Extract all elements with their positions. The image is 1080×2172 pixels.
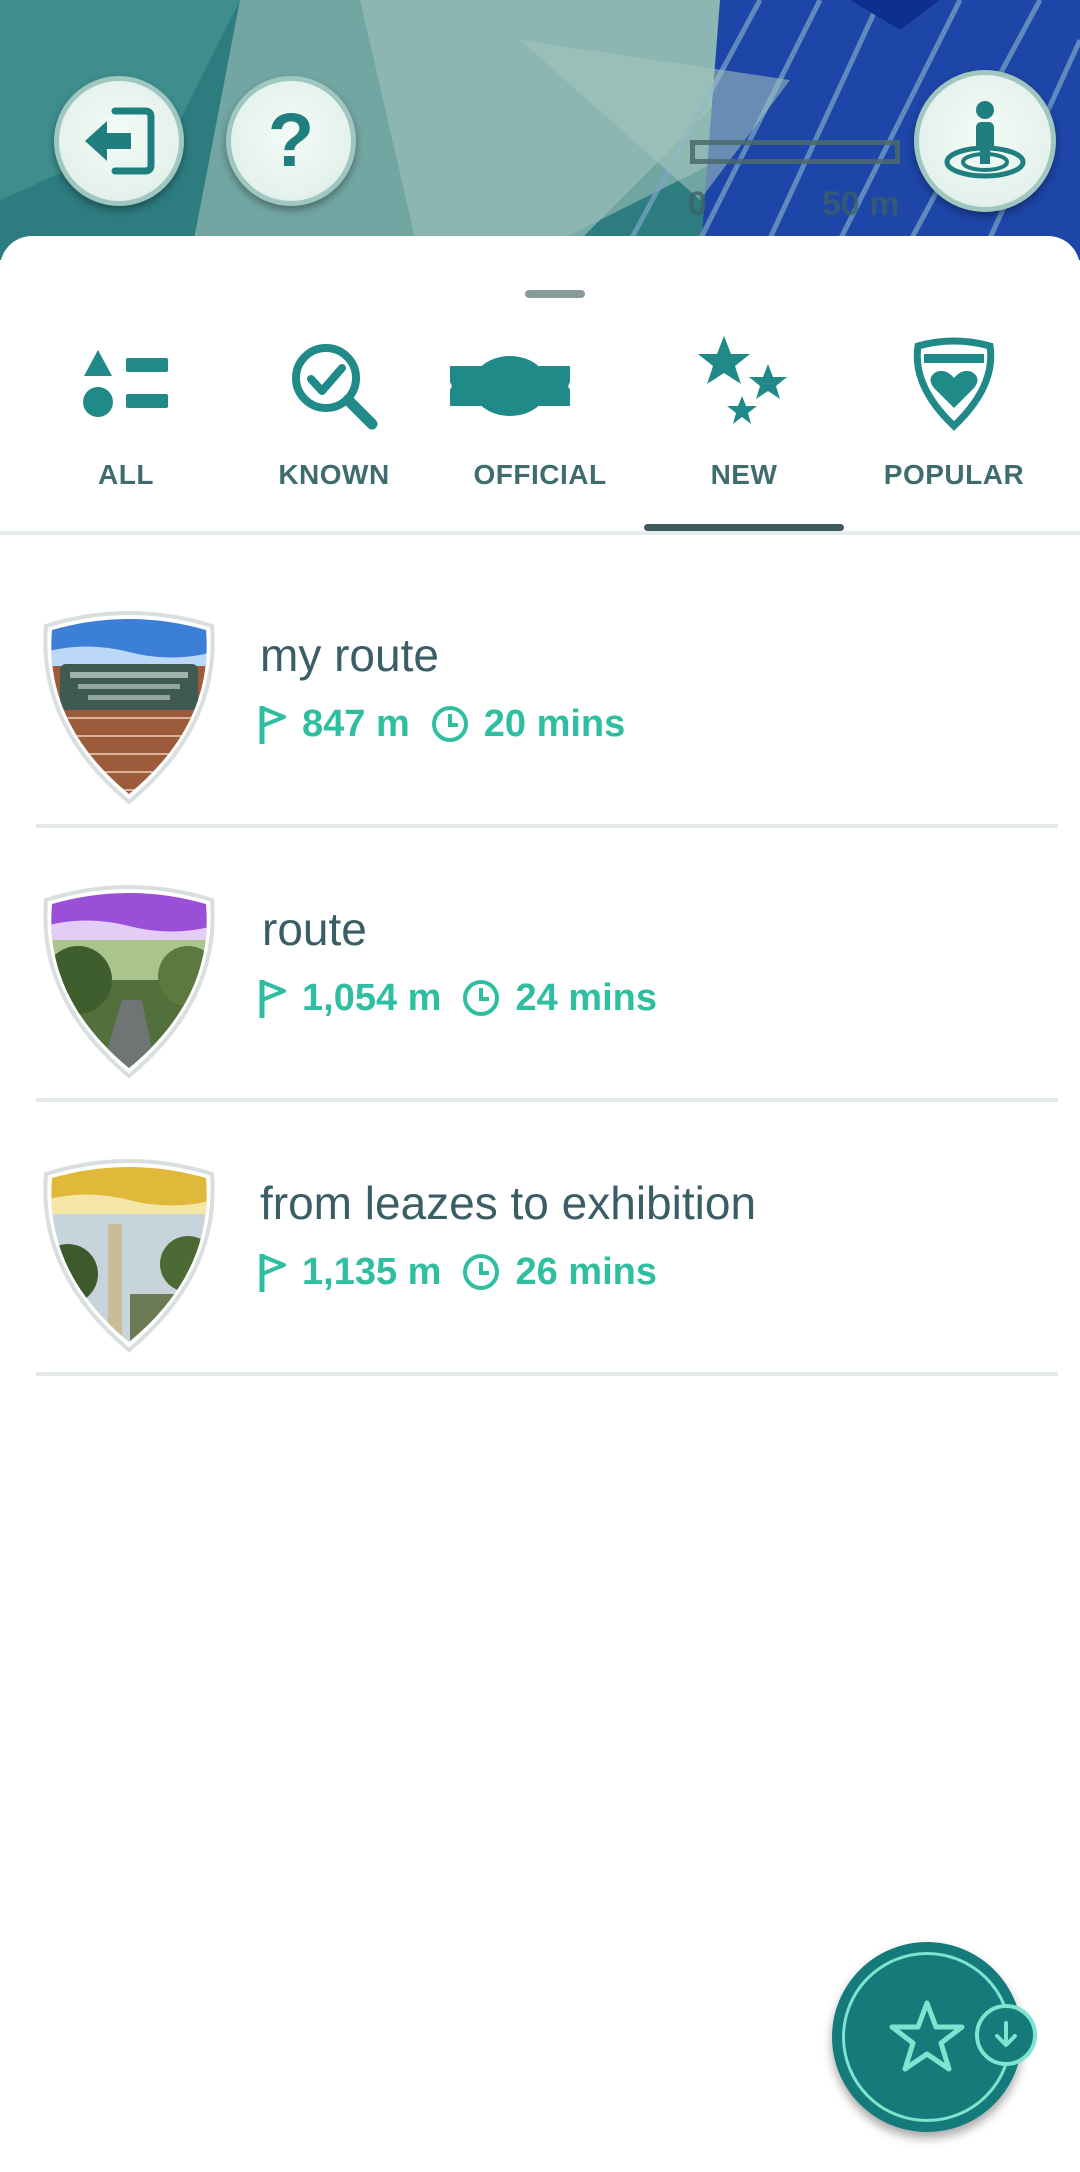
flag-icon [259,980,286,1018]
tab-all[interactable]: ALL [26,336,226,490]
scale-end-label: 50 m [822,185,900,223]
route-duration: 24 mins [515,976,657,1019]
tabs-divider [0,531,1080,535]
scale-start-label: 0 [688,185,707,223]
route-duration: 20 mins [483,702,626,745]
route-badge [43,1159,215,1353]
download-badge [975,2004,1037,2066]
route-badge [43,885,215,1079]
clock-icon [463,1254,500,1290]
tab-label: NEW [710,459,778,490]
clock-icon [463,980,500,1016]
ribbon-badge-icon [450,356,570,416]
route-name: route [262,903,367,955]
route-distance: 847 m [302,702,410,745]
route-stats: 847 m 20 mins [258,702,625,746]
stars-icon [698,336,787,424]
route-distance: 1,054 m [302,976,442,1019]
exit-button[interactable] [54,76,184,206]
player-location-button[interactable] [914,70,1056,212]
magnifier-check-icon [292,344,378,430]
download-arrow-icon [995,2021,1017,2047]
route-row[interactable]: from leazes to exhibition 1,135 m 26 min… [36,1100,1058,1376]
tab-known[interactable]: KNOWN [234,336,434,490]
flag-icon [259,706,286,744]
tab-new[interactable]: NEW [644,336,844,490]
tab-label: OFFICIAL [473,459,607,490]
exit-door-icon [85,107,155,175]
help-button[interactable]: ? [226,76,356,206]
route-duration: 26 mins [515,1250,657,1293]
route-row[interactable]: route 1,054 m 24 mins [36,826,1058,1102]
shield-heart-icon [913,337,995,431]
route-stats: 1,135 m 26 mins [258,1250,657,1294]
route-distance: 1,135 m [302,1250,442,1293]
map-background[interactable]: ? 0 50 m [0,0,1080,260]
shapes-list-icon [83,350,168,417]
tab-label: POPULAR [883,459,1025,490]
map-scale-bar [690,140,900,164]
route-stats: 1,054 m 24 mins [258,976,657,1020]
tab-official[interactable]: OFFICIAL [440,336,640,490]
question-icon: ? [267,98,315,183]
tab-label: ALL [98,459,154,490]
sheet-drag-handle[interactable] [525,290,585,298]
route-name: my route [260,629,439,681]
selected-tab-indicator [644,524,844,531]
player-location-icon [944,101,1026,179]
clock-icon [431,706,468,742]
route-badge [43,611,215,805]
route-row[interactable]: my route 847 m 20 mins [36,552,1058,828]
flag-icon [259,1254,286,1292]
routes-sheet: ALL KNOWN OFFICIAL NEW POPULAR my route … [0,236,1080,2172]
tab-popular[interactable]: POPULAR [854,336,1054,490]
route-name: from leazes to exhibition [260,1177,757,1229]
tab-label: KNOWN [278,459,390,490]
